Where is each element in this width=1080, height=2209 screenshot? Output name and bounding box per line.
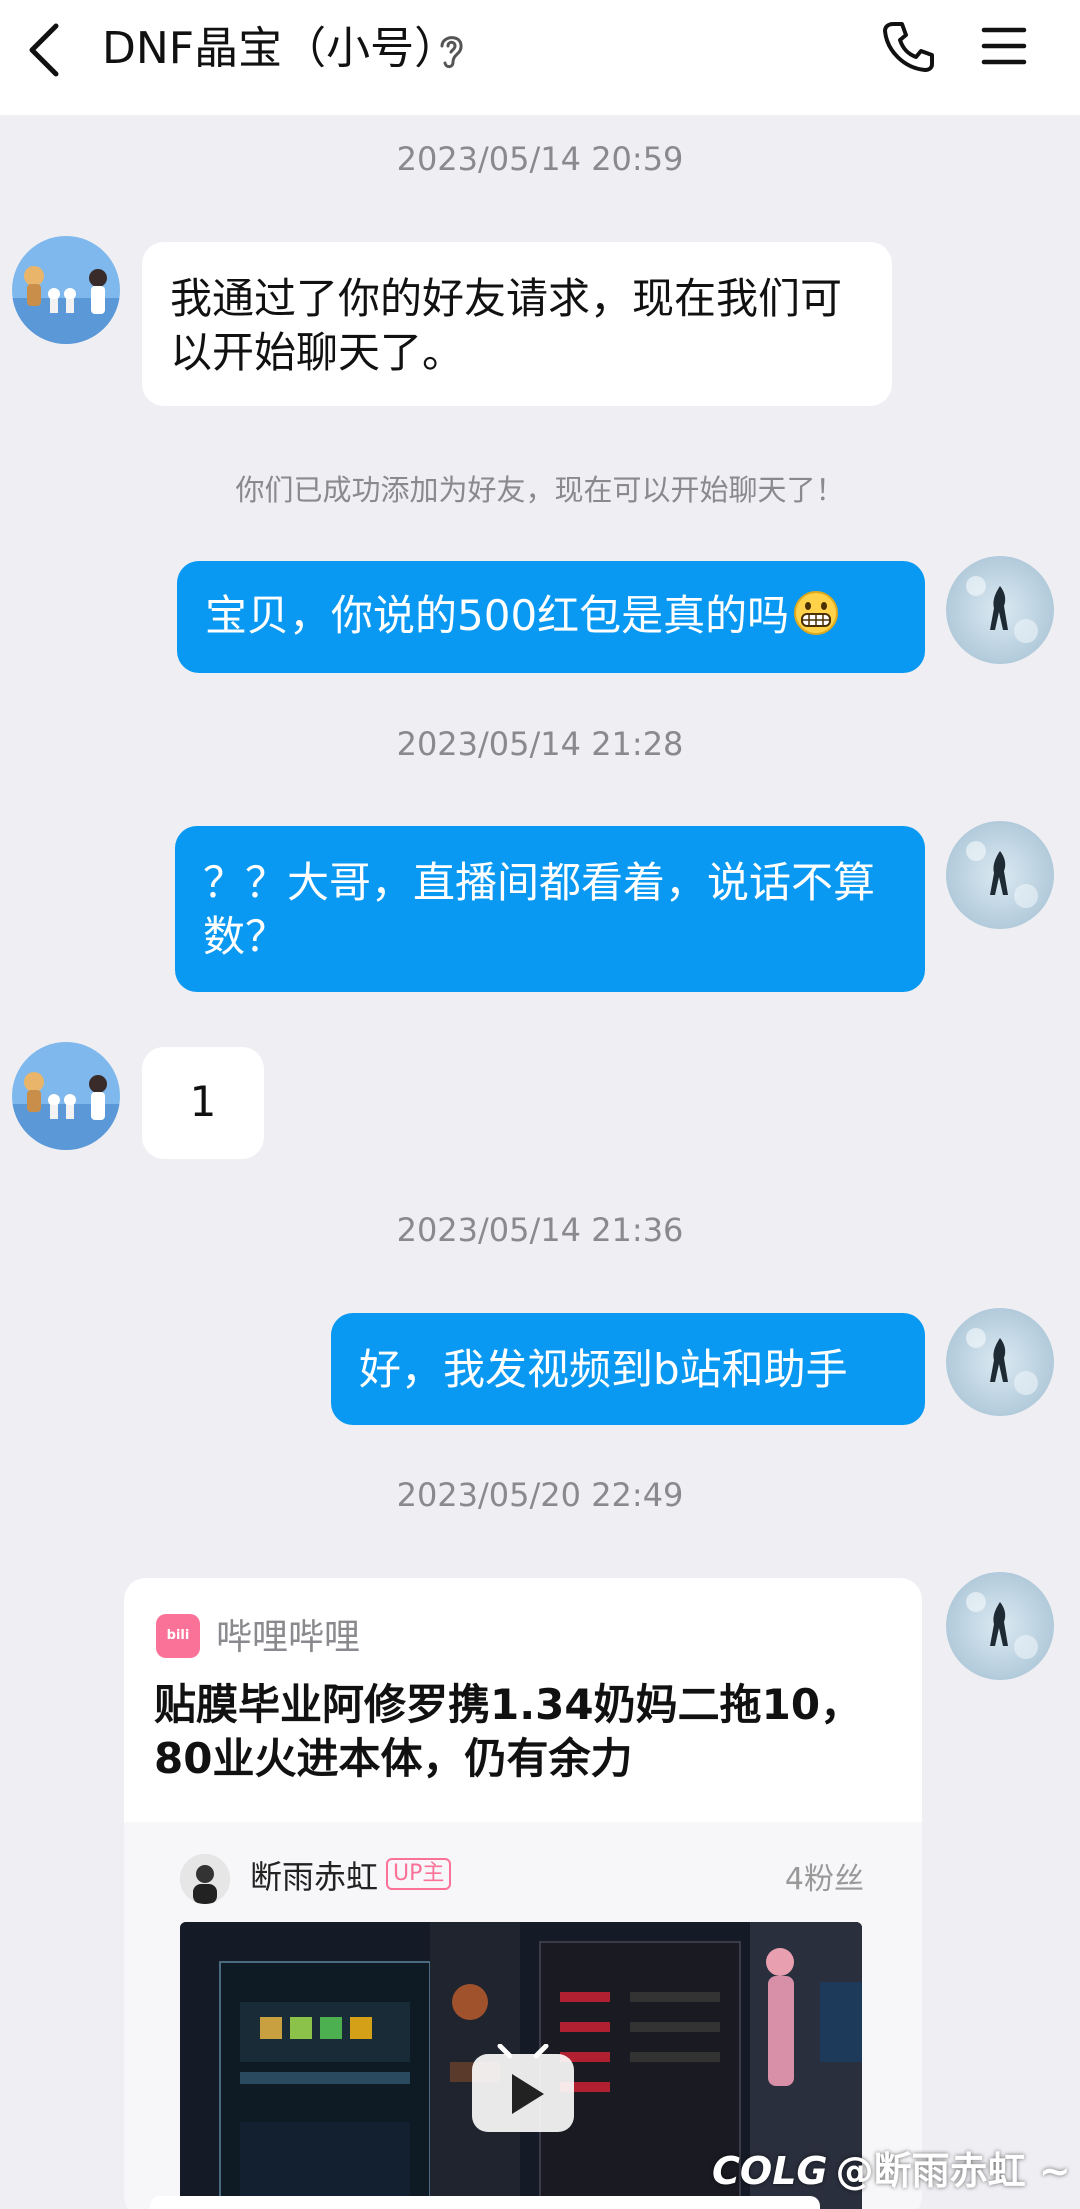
card-source-name: 哔哩哔哩	[216, 1617, 361, 1658]
grinning-emoji-icon	[794, 591, 839, 635]
timestamp: 2023/05/14 20:59	[396, 140, 684, 178]
message-bubble-incoming[interactable]: 1	[142, 1047, 264, 1159]
contact-avatar[interactable]	[12, 236, 120, 344]
card-title: 贴膜毕业阿修罗携1.34奶妈二拖10，80业火进本体，仍有余力	[154, 1680, 863, 1783]
message-bubble-outgoing[interactable]: 宝贝，你说的500红包是真的吗	[177, 561, 925, 673]
phone-icon[interactable]	[880, 18, 936, 74]
timestamp: 2023/05/14 21:36	[396, 1211, 684, 1249]
menu-icon[interactable]	[980, 24, 1028, 68]
up-badge: UP主	[386, 1858, 452, 1890]
chat-title[interactable]: DNF晶宝（小号）	[102, 20, 458, 78]
message-bubble-incoming[interactable]: 我通过了你的好友请求，现在我们可以开始聊天了。	[142, 242, 892, 406]
timestamp: 2023/05/20 22:49	[396, 1476, 684, 1514]
next-message-edge	[150, 2196, 820, 2209]
system-message: 你们已成功添加为好友，现在可以开始聊天了！	[235, 473, 845, 507]
timestamp: 2023/05/14 21:28	[396, 725, 684, 763]
watermark-brand: COLG	[712, 2149, 828, 2193]
play-icon[interactable]	[470, 2044, 576, 2134]
message-bubble-outgoing[interactable]: 好，我发视频到b站和助手	[331, 1313, 925, 1425]
uploader-avatar	[180, 1854, 230, 1904]
chat-header: DNF晶宝（小号）	[0, 0, 1080, 115]
message-bubble-outgoing[interactable]: ？？大哥，直播间都看着，说话不算数？	[175, 826, 925, 992]
my-avatar[interactable]	[946, 1572, 1054, 1680]
my-avatar[interactable]	[946, 556, 1054, 664]
uploader-name: 断雨赤虹	[250, 1858, 379, 1896]
my-avatar[interactable]	[946, 821, 1054, 929]
bilibili-logo-icon: bili	[156, 1614, 200, 1658]
ear-icon[interactable]	[434, 30, 468, 70]
watermark-handle: @断雨赤虹 ~	[835, 2149, 1071, 2193]
message-text: 宝贝，你说的500红包是真的吗	[205, 591, 790, 640]
fans-count: 4粉丝	[784, 1862, 864, 1897]
contact-avatar[interactable]	[12, 1042, 120, 1150]
watermark: COLG @断雨赤虹 ~	[712, 2140, 1071, 2195]
shared-video-card[interactable]: bili 哔哩哔哩 贴膜毕业阿修罗携1.34奶妈二拖10，80业火进本体，仍有余…	[124, 1578, 922, 2209]
chevron-left-icon[interactable]	[22, 20, 66, 80]
my-avatar[interactable]	[946, 1308, 1054, 1416]
